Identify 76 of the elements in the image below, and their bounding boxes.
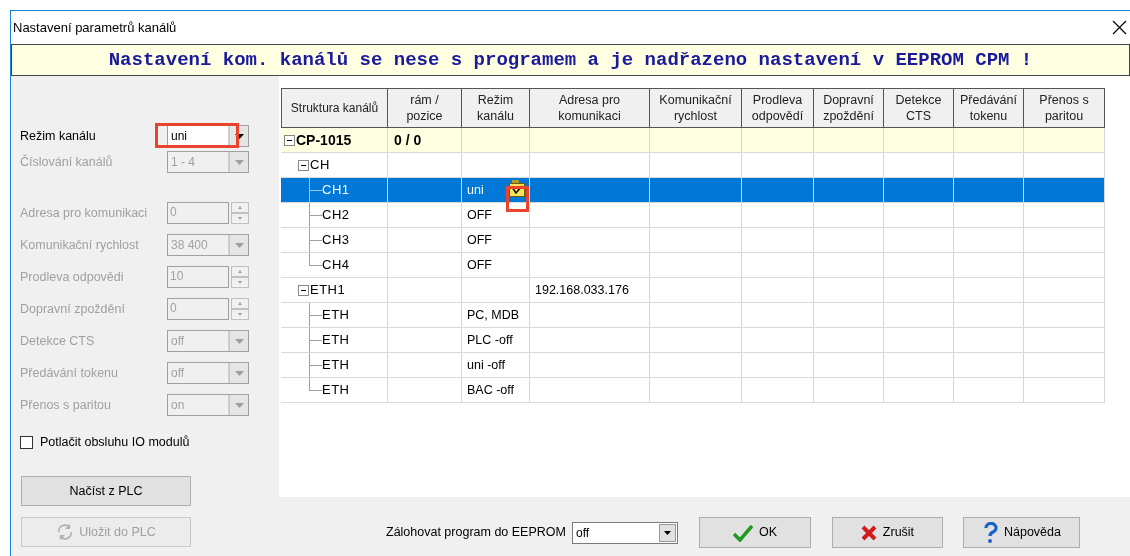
tree-node-label[interactable]: CH4 [322, 255, 350, 275]
column-header: Adresa pro komunikaci [558, 92, 621, 124]
table-row[interactable]: ETH1 192.168.033.176 [281, 278, 1105, 303]
column-header: Detekce CTS [895, 92, 942, 124]
field-label: Adresa pro komunikaci [20, 204, 149, 222]
dialog-button[interactable]: OK [698, 517, 811, 548]
tree-node-label[interactable]: CH2 [322, 205, 350, 225]
sync-icon [56, 523, 75, 541]
column-header: rám / pozice [406, 92, 443, 124]
field-label: Detekce CTS [20, 332, 96, 350]
tree-node-label[interactable]: ETH [322, 330, 350, 350]
checkbox[interactable] [20, 435, 33, 449]
backup-label: Zálohovat program do EEPROM [386, 524, 566, 542]
close-icon[interactable] [1112, 20, 1127, 35]
table-row[interactable]: CH [281, 153, 1105, 178]
dialog-button[interactable]: Nápověda [962, 517, 1080, 548]
table-row[interactable]: CP-1015 0 / 0 [281, 128, 1105, 153]
table-cell-text: PLC -off [466, 331, 513, 349]
caret-icon [234, 159, 244, 165]
checkbox-label: Potlačit obsluhu IO modulů [40, 433, 190, 451]
table-cell-text: OFF [466, 231, 492, 249]
plc-button[interactable]: Načíst z PLC [21, 476, 191, 506]
cross-icon [860, 524, 877, 541]
collapse-icon[interactable] [284, 134, 295, 146]
table-row[interactable]: CH4 OFF [281, 253, 1105, 278]
table-row[interactable]: ETH BAC -off [281, 378, 1105, 403]
table-row[interactable]: ETH uni -off [281, 353, 1105, 378]
collapse-icon[interactable] [298, 159, 309, 171]
table-cell-text: uni [466, 181, 484, 199]
field-label: Dopravní zpoždění [20, 300, 126, 318]
table-row[interactable]: ETH PLC -off [281, 328, 1105, 353]
field-label: Režim kanálu [20, 127, 97, 145]
tree-node-label[interactable]: ETH [322, 380, 350, 400]
field-label: Komunikační rychlost [20, 236, 140, 254]
question-mark-icon [981, 521, 998, 544]
tree-node-label[interactable]: CH [310, 155, 330, 175]
column-header: Prodleva odpovědí [751, 92, 804, 124]
tree-node-label[interactable]: CH3 [322, 230, 350, 250]
tree-node-label[interactable]: CH1 [322, 180, 350, 200]
check-icon [732, 523, 753, 542]
column-header: Dopravní zpoždění [823, 92, 874, 124]
tree-node-label[interactable]: CP-1015 [296, 129, 352, 151]
dialog-button[interactable]: Zrušit [831, 517, 943, 548]
column-header: Režim kanálu [477, 92, 514, 124]
collapse-icon[interactable] [298, 284, 309, 296]
table-cell-text: uni -off [466, 356, 505, 374]
table-row[interactable]: CH1 uni [281, 178, 1105, 203]
table-row[interactable]: ETH PC, MDB [281, 303, 1105, 328]
column-header: Komunikační rychlost [659, 92, 732, 124]
table-cell-text: BAC -off [466, 381, 514, 399]
column-header: Předávání tokenu [960, 92, 1017, 124]
table-cell-text: OFF [466, 256, 492, 274]
table-cell-text: 0 / 0 [393, 130, 422, 150]
caret-icon [234, 402, 244, 408]
caret-icon [234, 370, 244, 376]
caret-icon [234, 338, 244, 344]
field-label: Přenos s paritou [20, 396, 113, 414]
column-header: Přenos s paritou [1039, 92, 1089, 124]
caret-icon [663, 530, 671, 535]
field-label: Předávání tokenu [20, 364, 119, 382]
field-label: Prodleva odpovědi [20, 268, 125, 286]
dropdown[interactable]: off [571, 521, 678, 544]
table-cell-text: 192.168.033.176 [534, 281, 629, 299]
caret-icon [234, 133, 244, 139]
tree-node-label[interactable]: ETH1 [310, 280, 346, 300]
tree-node-label[interactable]: ETH [322, 355, 350, 375]
table-cell-text: OFF [466, 206, 492, 224]
caret-icon [234, 242, 244, 248]
table-cell-text: PC, MDB [466, 306, 520, 324]
column-header: Struktura kanálů [290, 100, 379, 117]
window-title: Nastavení parametrů kanálů [13, 18, 177, 37]
table-row[interactable]: CH2 OFF [281, 203, 1105, 228]
field-label: Číslování kanálů [20, 153, 114, 171]
tree-node-label[interactable]: ETH [322, 305, 350, 325]
table-row[interactable]: CH3 OFF [281, 228, 1105, 253]
info-banner: Nastavení kom. kanálů se nese s programem a je nadřazeno nastavení v EEPROM CPM ! [11, 44, 1130, 76]
